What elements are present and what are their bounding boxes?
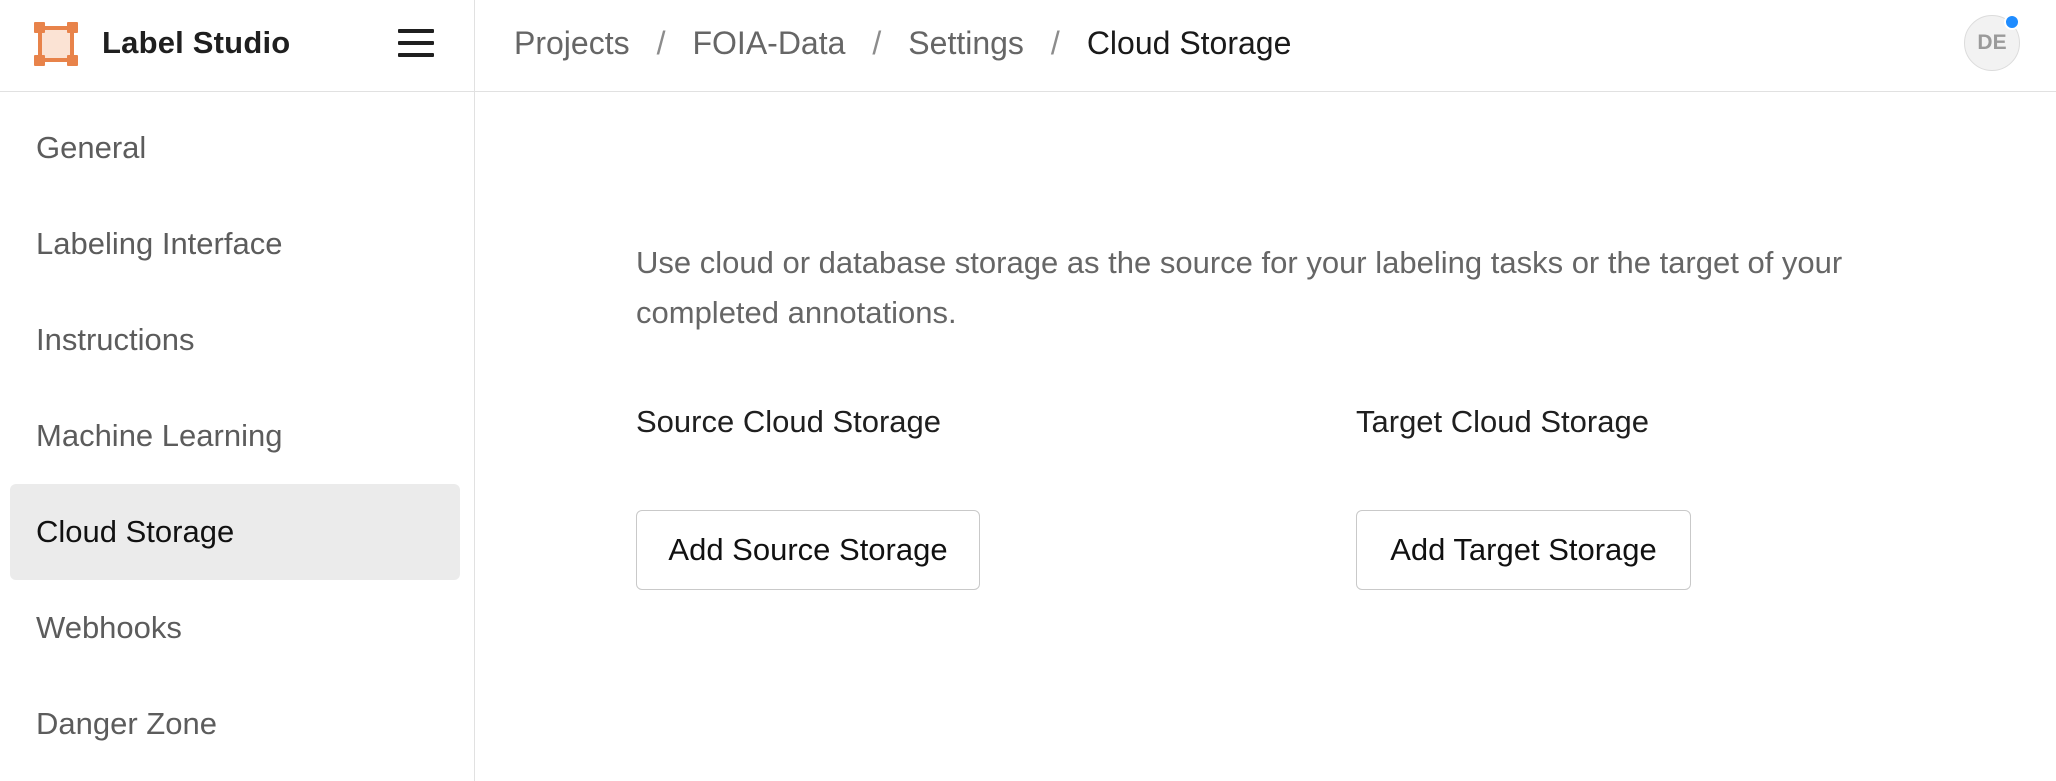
sidebar-item-instructions[interactable]: Instructions [10,292,460,388]
settings-sidebar: General Labeling Interface Instructions … [0,92,475,781]
breadcrumb-separator: / [1050,25,1060,61]
target-storage-title: Target Cloud Storage [1356,404,1649,439]
breadcrumb-current: Cloud Storage [1086,25,1292,61]
label-studio-logo-icon[interactable] [34,22,78,66]
breadcrumb-projects[interactable]: Projects [514,21,630,65]
sidebar-item-danger-zone[interactable]: Danger Zone [10,676,460,772]
hamburger-menu-icon[interactable] [394,24,438,64]
breadcrumb-separator: / [656,25,666,61]
main-content: Use cloud or database storage as the sou… [476,92,2056,781]
sidebar-item-labeling-interface[interactable]: Labeling Interface [10,196,460,292]
breadcrumb-settings[interactable]: Settings [908,21,1024,65]
add-target-storage-button[interactable]: Add Target Storage [1356,510,1691,590]
app-name[interactable]: Label Studio [102,24,290,62]
sidebar-item-general[interactable]: General [10,100,460,196]
breadcrumb-separator: / [872,25,882,61]
brand-area: Label Studio [0,0,475,91]
breadcrumb-project[interactable]: FOIA-Data [692,21,845,65]
notification-dot [2004,14,2020,30]
sidebar-item-webhooks[interactable]: Webhooks [10,580,460,676]
source-storage-title: Source Cloud Storage [636,404,942,439]
breadcrumb: Projects / FOIA-Data / Settings / Cloud … [514,21,1291,65]
add-source-storage-button[interactable]: Add Source Storage [636,510,980,590]
storage-description: Use cloud or database storage as the sou… [636,245,1843,330]
top-bar: Label Studio Projects / FOIA-Data / Sett… [0,0,2056,92]
sidebar-item-machine-learning[interactable]: Machine Learning [10,388,460,484]
sidebar-item-cloud-storage[interactable]: Cloud Storage [10,484,460,580]
